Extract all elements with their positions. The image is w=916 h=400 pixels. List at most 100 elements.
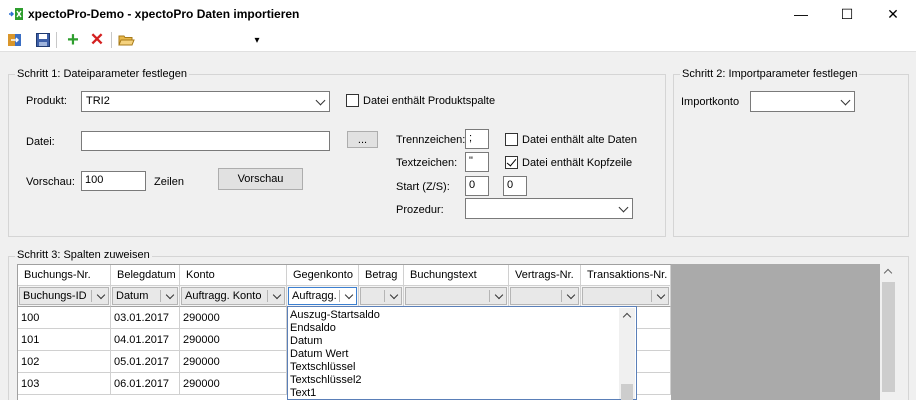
window-title: xpectoPro-Demo - xpectoPro Daten importi… bbox=[28, 7, 300, 21]
mapping-select[interactable] bbox=[510, 287, 579, 305]
chevron-down-icon bbox=[494, 290, 504, 300]
column-header[interactable]: Buchungs-Nr. bbox=[18, 265, 111, 286]
column-header[interactable]: Vertrags-Nr. bbox=[509, 265, 581, 286]
chevron-up-icon bbox=[622, 312, 632, 322]
save-icon bbox=[36, 33, 50, 47]
mapping-select[interactable]: Auftragg. Konto bbox=[181, 287, 285, 305]
table-cell[interactable]: 290000 bbox=[180, 329, 287, 351]
table-cell[interactable]: 06.01.2017 bbox=[111, 373, 180, 395]
maximize-button[interactable]: ☐ bbox=[824, 0, 870, 28]
table-cell[interactable]: 103 bbox=[18, 373, 111, 395]
dropdown-option[interactable]: Text1 bbox=[290, 387, 316, 399]
close-button[interactable]: ✕ bbox=[870, 0, 916, 28]
table-cell[interactable]: 04.01.2017 bbox=[111, 329, 180, 351]
mapping-select[interactable] bbox=[582, 287, 669, 305]
table-cell[interactable]: 290000 bbox=[180, 351, 287, 373]
table-cell[interactable]: 290000 bbox=[180, 373, 287, 395]
old-data-checkbox[interactable] bbox=[505, 133, 518, 146]
chevron-down-icon bbox=[566, 290, 576, 300]
chevron-down-icon bbox=[272, 290, 282, 300]
prozedur-label: Prozedur: bbox=[396, 204, 444, 216]
column-header[interactable]: Betrag bbox=[359, 265, 404, 286]
gegenkonto-dropdown-list: Auszug-Startsaldo Endsaldo Datum Datum W… bbox=[287, 306, 637, 400]
mapping-select[interactable] bbox=[405, 287, 507, 305]
has-product-column-label: Datei enthält Produktspalte bbox=[363, 95, 496, 107]
dropdown-arrow-icon: ▾ bbox=[254, 34, 260, 46]
table-cell[interactable]: 100 bbox=[18, 307, 111, 329]
start-row-input[interactable]: 0 bbox=[465, 176, 489, 196]
toolbar-separator bbox=[56, 32, 57, 48]
vorschau-button[interactable]: Vorschau bbox=[218, 168, 303, 190]
scrollbar-thumb[interactable] bbox=[621, 384, 633, 400]
step3-legend: Schritt 3: Spalten zuweisen bbox=[15, 249, 152, 261]
produkt-label: Produkt: bbox=[26, 95, 67, 107]
dropdown-option[interactable]: Datum bbox=[290, 335, 322, 347]
textzeichen-input[interactable]: " bbox=[465, 152, 489, 172]
delete-button[interactable]: ✕ bbox=[88, 31, 106, 49]
vorschau-input[interactable]: 100 bbox=[81, 171, 146, 191]
import-window: xpectoPro-Demo - xpectoPro Daten importi… bbox=[0, 0, 916, 400]
toolbar-dropdown-button[interactable]: ▾ bbox=[248, 31, 266, 49]
chevron-down-icon bbox=[315, 95, 326, 106]
delete-icon: ✕ bbox=[89, 30, 105, 49]
importkonto-select[interactable] bbox=[750, 91, 855, 112]
chevron-up-icon bbox=[883, 268, 893, 278]
chevron-down-icon bbox=[840, 95, 851, 106]
open-folder-icon bbox=[117, 35, 135, 46]
zeilen-label: Zeilen bbox=[154, 176, 184, 188]
add-button[interactable]: + bbox=[64, 29, 82, 51]
maximize-icon: ☐ bbox=[840, 5, 854, 22]
chevron-down-icon bbox=[656, 290, 666, 300]
table-cell[interactable]: 101 bbox=[18, 329, 111, 351]
table-cell[interactable]: 102 bbox=[18, 351, 111, 373]
vorschau-label: Vorschau: bbox=[26, 176, 75, 188]
grid-scrollbar[interactable] bbox=[880, 264, 897, 400]
produkt-select[interactable]: TRI2 bbox=[81, 91, 330, 112]
datei-input[interactable] bbox=[81, 131, 330, 151]
chevron-down-icon bbox=[389, 290, 399, 300]
column-header[interactable]: Konto bbox=[180, 265, 287, 286]
mapping-select[interactable] bbox=[360, 287, 402, 305]
header-row-checkbox[interactable] bbox=[505, 156, 518, 169]
dropdown-option[interactable]: Datum Wert bbox=[290, 348, 348, 360]
grid-empty-area bbox=[671, 264, 880, 400]
dropdown-scrollbar[interactable] bbox=[619, 308, 635, 400]
table-cell[interactable]: 290000 bbox=[180, 307, 287, 329]
add-icon: + bbox=[67, 29, 79, 51]
save-button[interactable] bbox=[34, 31, 52, 49]
dropdown-option[interactable]: Auszug-Startsaldo bbox=[290, 309, 380, 321]
chevron-down-icon bbox=[96, 290, 106, 300]
chevron-down-icon bbox=[618, 202, 629, 213]
browse-button[interactable]: ... bbox=[347, 131, 378, 148]
column-header[interactable]: Belegdatum bbox=[111, 265, 180, 286]
scrollbar-thumb[interactable] bbox=[882, 282, 895, 392]
textzeichen-label: Textzeichen: bbox=[396, 157, 458, 169]
open-button[interactable] bbox=[117, 31, 135, 49]
column-header[interactable]: Buchungstext bbox=[404, 265, 509, 286]
exit-button[interactable] bbox=[6, 31, 24, 49]
trennzeichen-input[interactable]: ; bbox=[465, 129, 489, 149]
header-row-label: Datei enthält Kopfzeile bbox=[522, 157, 633, 169]
chevron-down-icon bbox=[165, 290, 175, 300]
dropdown-option[interactable]: Endsaldo bbox=[290, 322, 336, 334]
step2-legend: Schritt 2: Importparameter festlegen bbox=[680, 68, 860, 80]
close-icon: ✕ bbox=[887, 5, 899, 22]
dropdown-option[interactable]: Textschlüssel2 bbox=[290, 374, 362, 386]
dropdown-option[interactable]: Textschlüssel bbox=[290, 361, 355, 373]
has-product-column-checkbox[interactable] bbox=[346, 94, 359, 107]
start-label: Start (Z/S): bbox=[396, 181, 450, 193]
minimize-icon: — bbox=[794, 6, 808, 22]
start-col-input[interactable]: 0 bbox=[503, 176, 527, 196]
minimize-button[interactable]: — bbox=[778, 0, 824, 28]
column-header[interactable]: Transaktions-Nr. bbox=[581, 265, 671, 286]
table-cell[interactable]: 05.01.2017 bbox=[111, 351, 180, 373]
exit-icon bbox=[8, 34, 21, 46]
column-header[interactable]: Gegenkonto bbox=[287, 265, 359, 286]
mapping-select-active[interactable]: Auftragg. bbox=[288, 287, 357, 305]
prozedur-select[interactable] bbox=[465, 198, 633, 219]
table-cell[interactable]: 03.01.2017 bbox=[111, 307, 180, 329]
toolbar-separator bbox=[111, 32, 112, 48]
mapping-select[interactable]: Buchungs-ID bbox=[19, 287, 109, 305]
mapping-select[interactable]: Datum bbox=[112, 287, 178, 305]
produkt-value: TRI2 bbox=[86, 95, 110, 107]
